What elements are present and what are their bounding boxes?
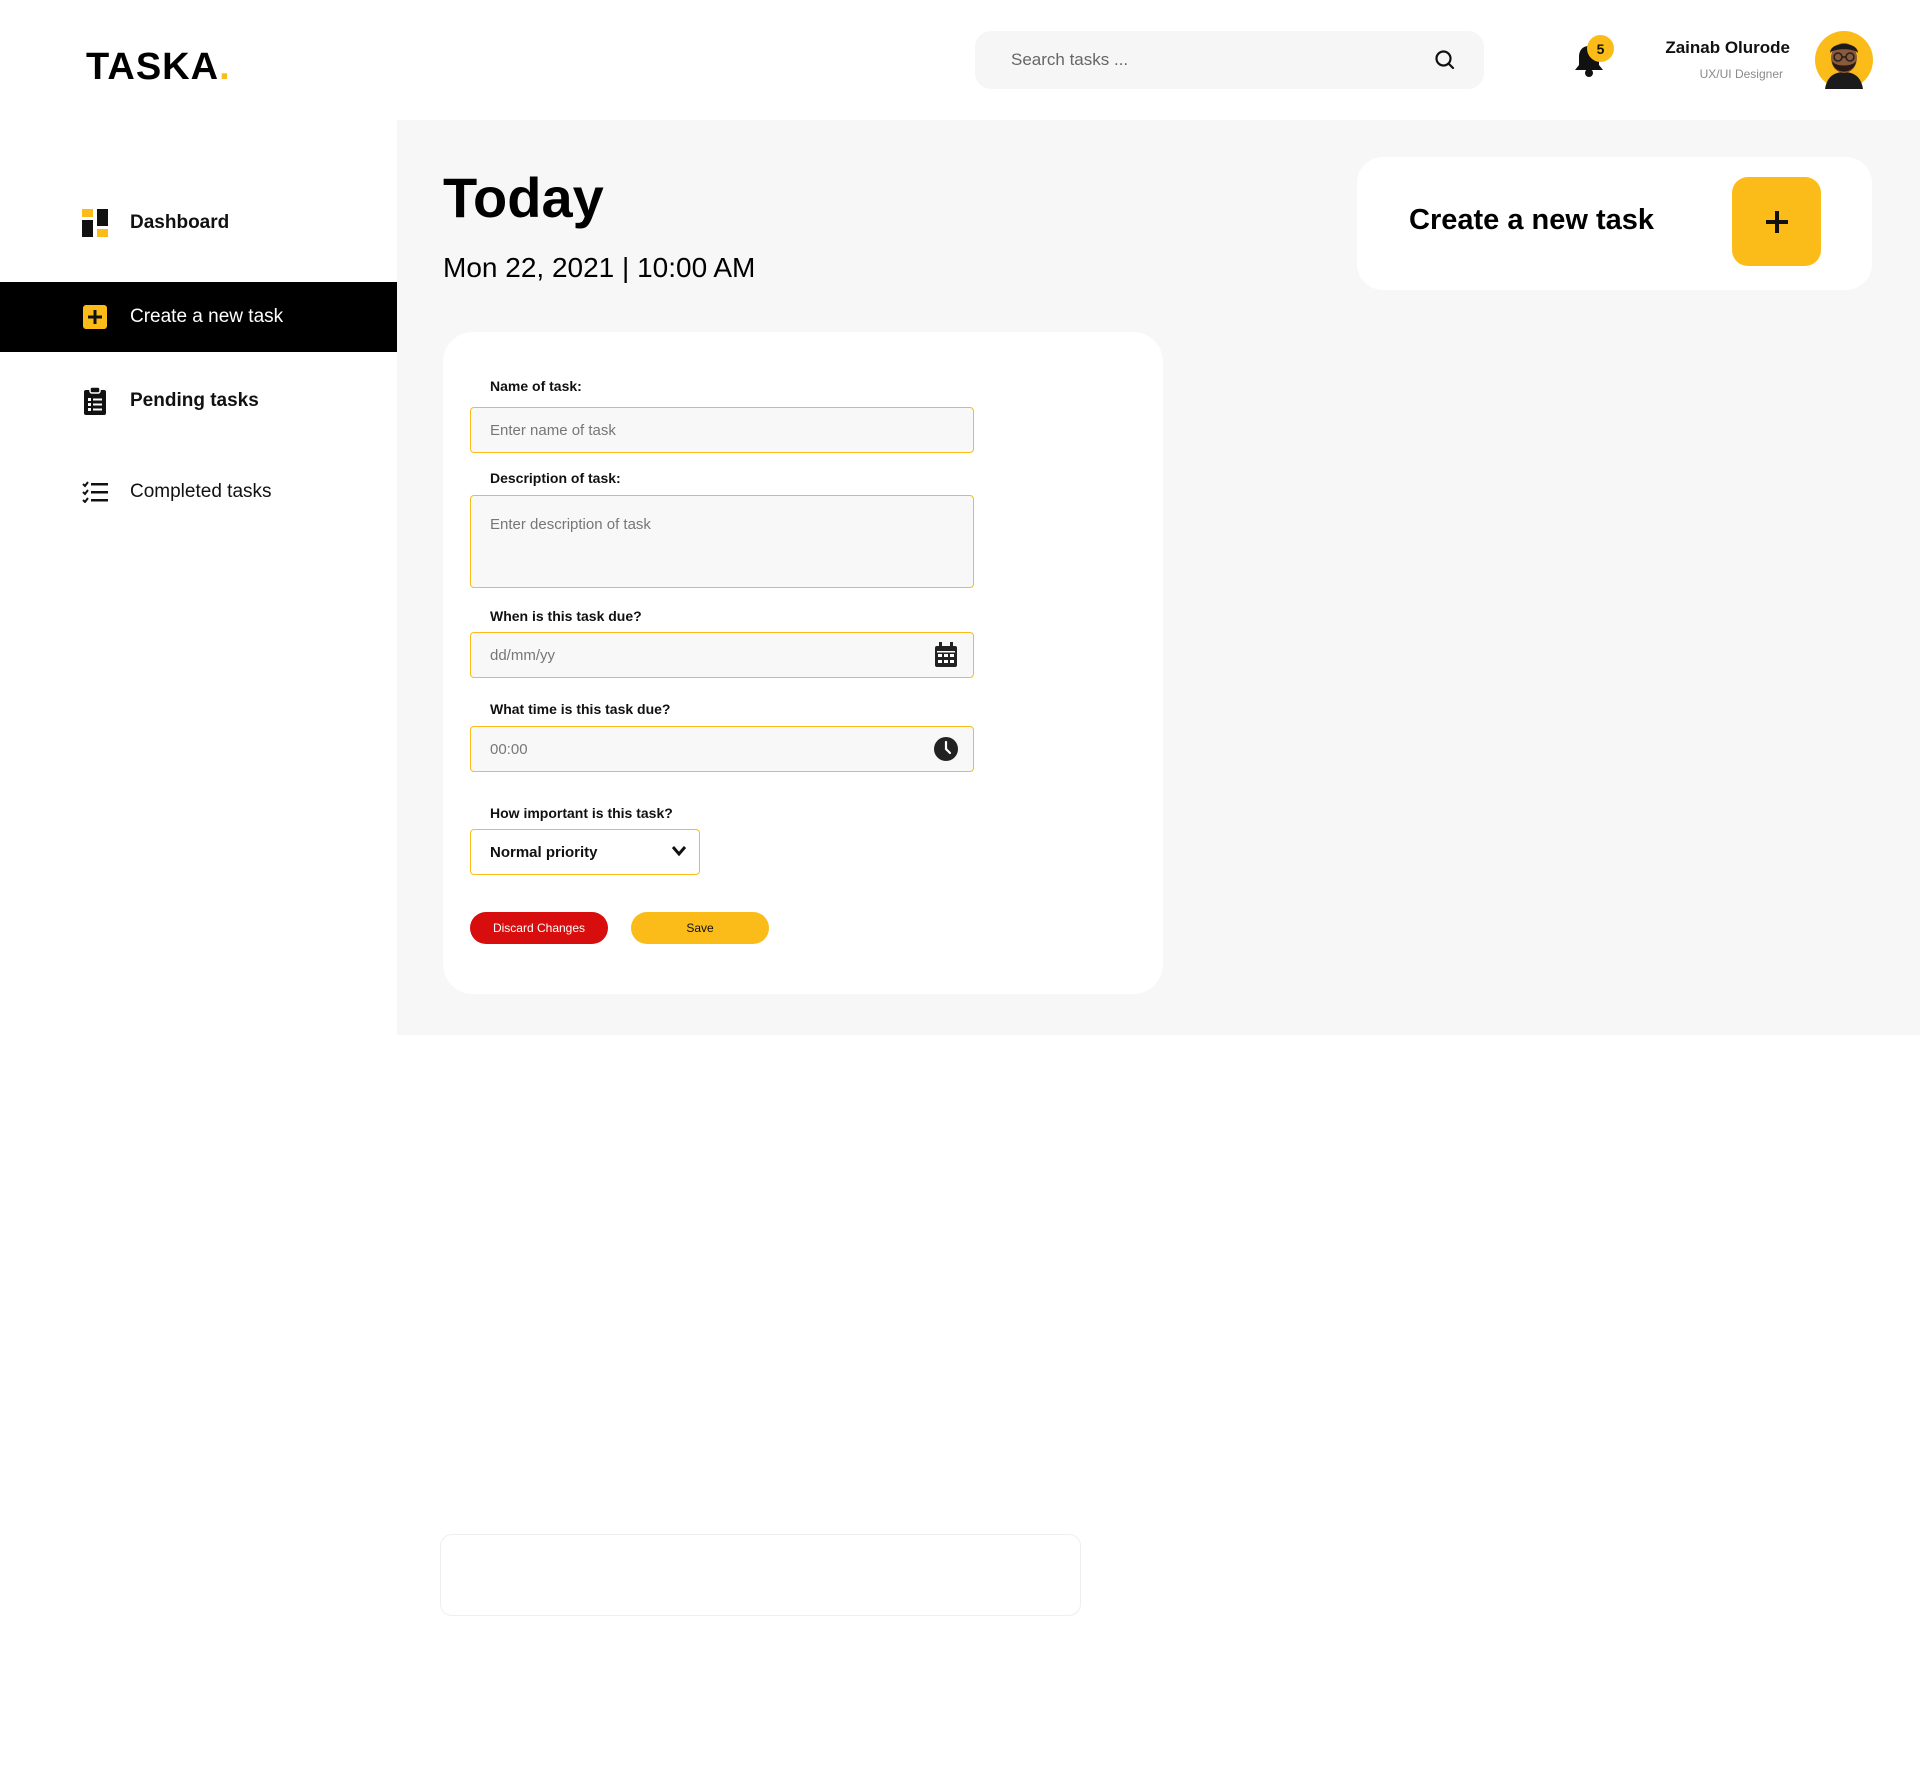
priority-selected-value: Normal priority [490, 843, 598, 861]
search-icon[interactable] [1434, 49, 1456, 71]
priority-select[interactable]: Normal priority [470, 829, 700, 875]
priority-label: How important is this task? [490, 805, 673, 821]
chevron-down-icon [671, 844, 687, 861]
task-name-field [470, 407, 974, 453]
due-date-input[interactable] [490, 646, 933, 664]
app-page: TASKA. 5 Zainab Olurode UX/UI Designer [0, 0, 1920, 1780]
page-date: Mon 22, 2021 | 10:00 AM [443, 252, 756, 283]
plus-icon [1765, 210, 1788, 233]
sidebar: Dashboard Create a new task Pending task… [0, 120, 397, 1035]
brand-dot: . [219, 46, 231, 88]
clock-icon[interactable] [933, 736, 959, 762]
dashboard-icon [82, 209, 108, 237]
due-time-label: What time is this task due? [490, 701, 671, 717]
brand-logo[interactable]: TASKA. [86, 46, 231, 89]
calendar-icon[interactable] [933, 642, 959, 668]
page-title: Today [443, 166, 604, 229]
user-role: UX/UI Designer [1699, 67, 1783, 81]
create-task-label: Create a new task [1409, 204, 1655, 236]
sidebar-item-label: Dashboard [130, 212, 230, 233]
create-task-card: Create a new task [1357, 157, 1872, 290]
plus-square-icon [82, 303, 108, 331]
checklist-icon [82, 478, 108, 506]
sidebar-item-dashboard[interactable]: Dashboard [0, 188, 397, 258]
clipboard-icon [82, 387, 108, 415]
create-task-button[interactable] [1732, 177, 1821, 266]
notification-badge: 5 [1587, 35, 1614, 62]
task-name-label: Name of task: [490, 378, 582, 394]
search-input[interactable] [1011, 50, 1434, 70]
task-description-field [470, 495, 974, 588]
user-name: Zainab Olurode [1665, 38, 1790, 57]
new-task-form: Name of task: Description of task: When … [443, 332, 1163, 994]
due-time-input[interactable] [490, 740, 933, 758]
due-date-label: When is this task due? [490, 608, 642, 624]
brand-name: TASKA [86, 46, 220, 88]
sidebar-item-label: Create a new task [130, 306, 284, 327]
sidebar-item-create-task[interactable]: Create a new task [0, 282, 397, 352]
task-description-input[interactable] [490, 516, 959, 576]
due-time-field [470, 726, 974, 772]
empty-placeholder-box [440, 1534, 1081, 1616]
search-bar [975, 31, 1484, 89]
save-button[interactable]: Save [631, 912, 769, 944]
task-description-label: Description of task: [490, 470, 621, 486]
due-date-field [470, 632, 974, 678]
sidebar-item-completed-tasks[interactable]: Completed tasks [0, 457, 397, 527]
sidebar-item-label: Pending tasks [130, 390, 259, 411]
task-name-input[interactable] [490, 421, 959, 439]
sidebar-item-label: Completed tasks [130, 481, 272, 502]
sidebar-item-pending-tasks[interactable]: Pending tasks [0, 366, 397, 436]
discard-changes-button[interactable]: Discard Changes [470, 912, 608, 944]
avatar[interactable] [1815, 31, 1873, 89]
